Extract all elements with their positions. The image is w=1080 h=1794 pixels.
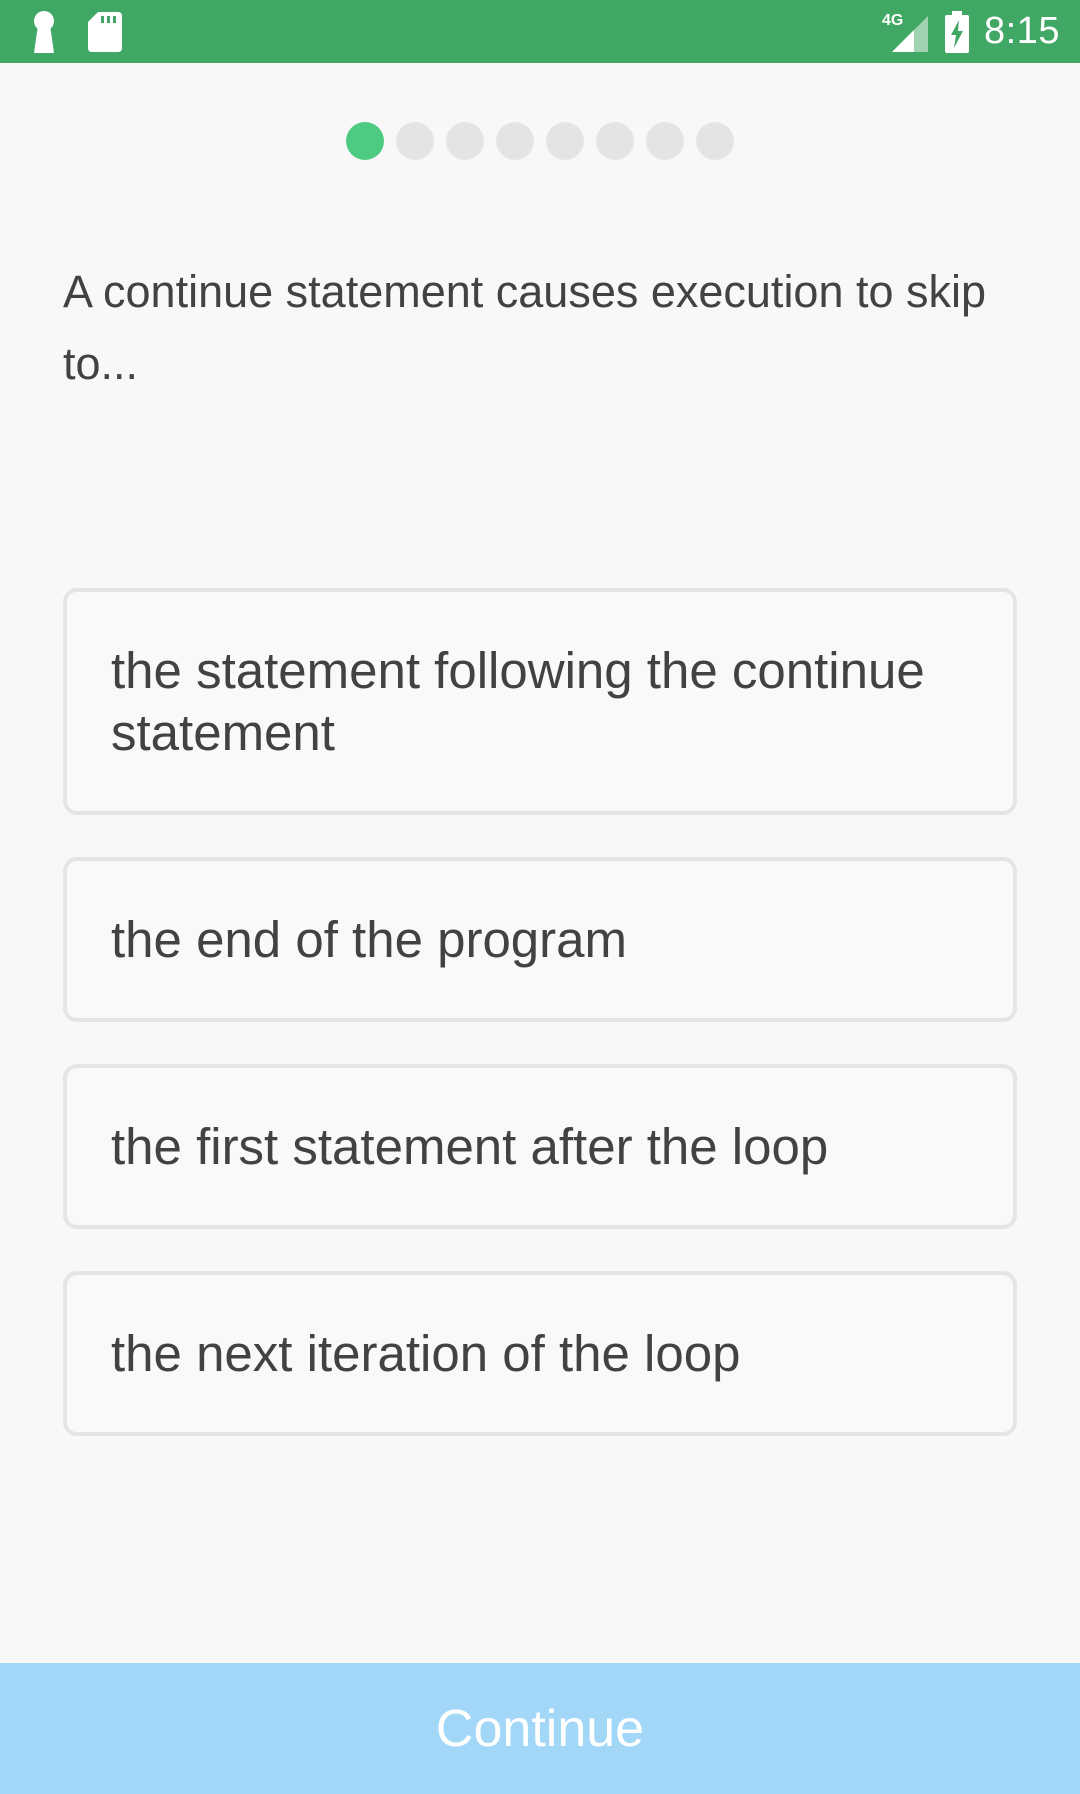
answer-option-label: the end of the program — [111, 910, 628, 968]
progress-dot — [696, 122, 734, 160]
sd-card-icon — [88, 12, 122, 52]
progress-dot — [396, 122, 434, 160]
answer-option-3[interactable]: the first statement after the loop — [63, 1064, 1017, 1229]
progress-dot — [496, 122, 534, 160]
progress-dot — [596, 122, 634, 160]
progress-dot — [646, 122, 684, 160]
answer-option-2[interactable]: the end of the program — [63, 857, 1017, 1022]
status-left-icons — [32, 11, 122, 53]
answer-option-label: the next iteration of the loop — [111, 1324, 741, 1382]
keyhole-icon — [32, 11, 56, 53]
svg-text:4G: 4G — [882, 12, 903, 29]
answer-option-1[interactable]: the statement following the continue sta… — [63, 588, 1017, 815]
battery-charging-icon — [944, 10, 970, 53]
status-time: 8:15 — [984, 10, 1060, 52]
progress-dot — [546, 122, 584, 160]
answer-option-4[interactable]: the next iteration of the loop — [63, 1271, 1017, 1436]
question-text: A continue statement causes execution to… — [63, 266, 987, 389]
continue-button-label: Continue — [435, 1699, 645, 1758]
answer-option-label: the statement following the continue sta… — [111, 641, 925, 761]
progress-dot — [446, 122, 484, 160]
status-bar: 4G 8:15 — [0, 0, 1080, 63]
answer-option-label: the first statement after the loop — [111, 1117, 829, 1175]
progress-indicator — [0, 122, 1080, 160]
progress-dot-current — [346, 122, 384, 160]
continue-button[interactable]: Continue — [0, 1663, 1080, 1794]
signal-icon: 4G — [882, 12, 930, 52]
status-right-icons: 4G 8:15 — [882, 0, 1060, 63]
